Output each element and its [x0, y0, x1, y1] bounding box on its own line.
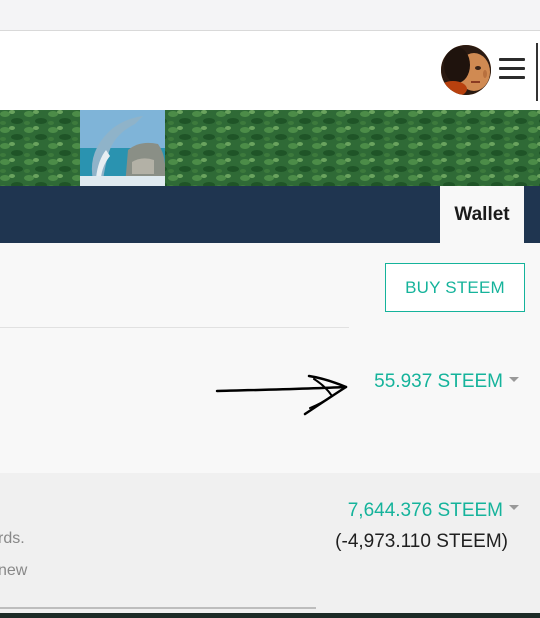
site-header	[0, 31, 540, 110]
section-divider	[0, 607, 316, 609]
section-divider	[0, 327, 349, 328]
chevron-down-icon[interactable]	[509, 505, 519, 510]
profile-navbar: Wallet	[0, 186, 540, 243]
browser-top-strip	[0, 0, 540, 31]
avatar-image	[441, 45, 491, 95]
tab-wallet[interactable]: Wallet	[440, 186, 524, 243]
steem-power-section: 7,644.376 STEEM (-4,973.110 STEEM) rds. …	[0, 473, 540, 618]
chevron-down-icon[interactable]	[509, 377, 519, 382]
steem-power-description-line1: rds.	[0, 530, 25, 547]
steem-balance[interactable]: 55.937 STEEM	[374, 371, 503, 393]
steem-power-description-line2: new	[0, 562, 28, 579]
steem-power-balance[interactable]: 7,644.376 STEEM	[348, 500, 503, 522]
delegated-steem-power: (-4,973.110 STEEM)	[335, 531, 508, 552]
user-avatar[interactable]	[441, 45, 491, 95]
hamburger-menu-icon[interactable]	[499, 58, 525, 80]
bottom-edge-strip	[0, 613, 540, 618]
scroll-edge-line	[536, 43, 538, 101]
buy-steem-button[interactable]: BUY STEEM	[385, 263, 525, 312]
profile-cover-banner	[0, 110, 540, 186]
dolphin-photo	[80, 110, 165, 186]
hand-drawn-arrow-annotation	[215, 374, 348, 416]
